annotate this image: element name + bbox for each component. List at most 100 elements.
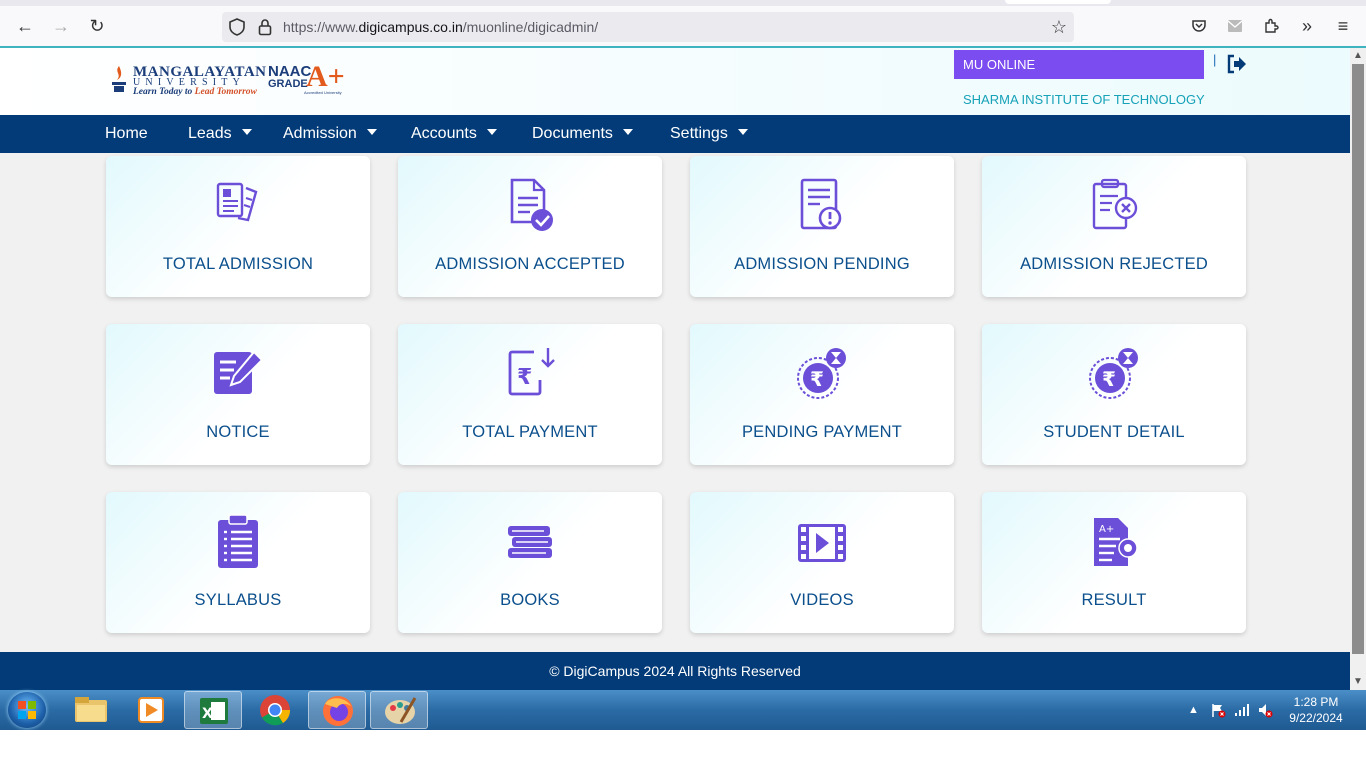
card-label: RESULT [1081,591,1147,609]
action-center-icon[interactable] [1210,702,1226,721]
scroll-thumb[interactable] [1352,64,1364,654]
logo-tagline: Learn Today to Lead Tomorrow [133,87,257,97]
nav-leads[interactable]: Leads [188,115,252,153]
nav-settings[interactable]: Settings [670,115,748,153]
bookmark-star-icon[interactable]: ☆ [1048,16,1070,38]
vertical-scrollbar[interactable]: ▲ ▼ [1350,48,1366,690]
card-label: ADMISSION REJECTED [1020,255,1208,273]
dashboard-grid: TOTAL ADMISSION ADMISSION ACCEPTED ADMIS… [0,153,1350,653]
caret-down-icon [366,128,377,135]
card-student-detail[interactable]: ₹ STUDENT DETAIL [982,324,1246,465]
document-check-icon [510,178,553,231]
card-label: SYLLABUS [194,591,282,609]
media-player-icon [138,697,164,723]
site-header: MANGALAYATAN UNIVERSITY Learn Today to L… [0,48,1350,115]
mail-icon[interactable] [1223,14,1247,38]
card-pending-payment[interactable]: ₹ PENDING PAYMENT [690,324,954,465]
overflow-menu-icon[interactable]: » [1295,14,1319,38]
main-navbar: Home Leads Admission Accounts Documents … [0,115,1350,153]
taskbar-chrome[interactable] [246,691,304,729]
lock-icon[interactable] [254,16,276,38]
caret-down-icon [486,128,497,135]
nav-home-label: Home [105,125,148,142]
grade-value: A+ [306,60,345,93]
university-logo[interactable]: MANGALAYATAN UNIVERSITY Learn Today to L… [106,60,346,100]
clock-time: 1:28 PM [1293,695,1339,709]
hamburger-menu-icon[interactable]: ≡ [1331,14,1355,38]
url-path: /muonline/digicadmin/ [462,19,599,35]
site-footer: © DigiCampus 2024 All Rights Reserved [0,652,1350,690]
document-alert-icon [800,178,842,230]
institute-name: SHARMA INSTITUTE OF TECHNOLOGY [963,92,1205,107]
excel-icon: X [200,698,228,724]
address-bar[interactable]: https://www.digicampus.co.in/muonline/di… [222,12,1074,42]
card-total-payment[interactable]: ₹ TOTAL PAYMENT [398,324,662,465]
logo-tagline-part1: Learn Today to [133,87,195,97]
card-total-admission[interactable]: TOTAL ADMISSION [106,156,370,297]
page-content: MANGALAYATAN UNIVERSITY Learn Today to L… [0,48,1350,690]
url-text[interactable]: https://www.digicampus.co.in/muonline/di… [283,19,598,35]
volume-muted-icon[interactable] [1257,702,1273,721]
card-books[interactable]: BOOKS [398,492,662,633]
start-button[interactable] [8,692,46,728]
clipboard-x-icon [1092,178,1138,230]
card-label: TOTAL ADMISSION [162,255,314,273]
card-syllabus[interactable]: SYLLABUS [106,492,370,633]
mu-online-badge[interactable]: MU ONLINE [954,50,1204,79]
video-film-icon [798,524,846,562]
screen-bottom-margin [0,730,1366,768]
caret-down-icon [737,128,748,135]
copyright-text: © DigiCampus 2024 All Rights Reserved [549,663,801,679]
rupee-hourglass-icon: ₹ [1089,348,1138,399]
url-domain: digicampus.co.in [358,19,463,35]
nav-leads-label: Leads [188,125,232,142]
active-tab[interactable] [1005,0,1111,4]
back-icon[interactable]: ← [13,14,37,38]
shield-icon[interactable] [226,16,248,38]
taskbar-paint[interactable] [370,691,428,729]
result-certificate-icon: A+ [1094,518,1138,566]
documents-stack-icon [216,182,258,222]
svg-text:X: X [202,706,213,722]
nav-admission[interactable]: Admission [283,115,377,153]
nav-documents[interactable]: Documents [532,115,633,153]
taskbar-explorer[interactable] [62,691,120,729]
forward-icon[interactable]: → [49,14,73,38]
firefox-icon [323,696,353,726]
caret-down-icon [241,128,252,135]
extensions-icon[interactable] [1259,14,1283,38]
clipboard-list-icon [218,514,258,568]
flame-logo-icon [112,66,126,92]
logout-icon[interactable] [1226,53,1248,75]
card-admission-pending[interactable]: ADMISSION PENDING [690,156,954,297]
show-hidden-icons[interactable]: ▲ [1188,704,1199,716]
nav-accounts-label: Accounts [411,125,477,142]
taskbar-firefox[interactable] [308,691,366,729]
card-admission-rejected[interactable]: ADMISSION REJECTED [982,156,1246,297]
card-label: VIDEOS [790,591,854,609]
system-clock[interactable]: 1:28 PM 9/22/2024 [1280,694,1352,726]
card-label: NOTICE [206,423,270,441]
taskbar-excel[interactable]: X [184,691,242,729]
nav-home[interactable]: Home [105,115,148,153]
windows-logo-icon [18,701,36,719]
card-label: BOOKS [500,591,560,609]
nav-accounts[interactable]: Accounts [411,115,497,153]
browser-toolbar: ← → ↻ https://www.digicampus.co.in/muonl… [0,0,1366,48]
chrome-icon [260,695,291,726]
scroll-up-icon[interactable]: ▲ [1353,50,1363,61]
card-admission-accepted[interactable]: ADMISSION ACCEPTED [398,156,662,297]
taskbar-media-player[interactable] [122,691,180,729]
card-result[interactable]: A+ RESULT [982,492,1246,633]
books-icon [508,526,552,558]
card-label: ADMISSION ACCEPTED [435,255,625,273]
scroll-down-icon[interactable]: ▼ [1353,676,1363,687]
network-signal-icon[interactable] [1234,702,1250,721]
svg-text:₹: ₹ [517,365,532,390]
header-separator: | [1213,52,1217,67]
pocket-icon[interactable] [1187,14,1211,38]
grade-label: GRADE [268,78,308,90]
card-videos[interactable]: VIDEOS [690,492,954,633]
reload-icon[interactable]: ↻ [85,14,109,38]
card-notice[interactable]: NOTICE [106,324,370,465]
